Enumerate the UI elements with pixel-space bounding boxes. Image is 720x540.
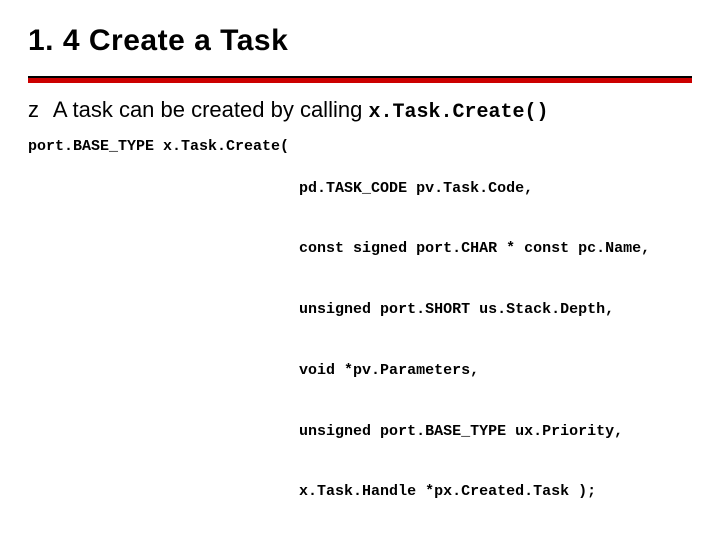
intro-line: z A task can be created by calling x.Tas… [28,97,692,124]
signature-param: unsigned port.SHORT us.Stack.Depth, [299,300,650,320]
signature-left: port.BASE_TYPE x.Task.Create( [28,138,299,155]
signature-params: pd.TASK_CODE pv.Task.Code, const signed … [299,138,650,540]
signature-param: void *pv.Parameters, [299,361,650,381]
intro-code: x.Task.Create() [368,101,548,124]
intro-text: A task can be created by calling [53,97,369,122]
slide: 1. 4 Create a Task z A task can be creat… [0,0,720,540]
function-signature: port.BASE_TYPE x.Task.Create( pd.TASK_CO… [28,138,692,540]
slide-title: 1. 4 Create a Task [28,24,692,58]
bullet-marker: z [28,97,48,123]
title-underline [28,76,692,83]
signature-param: x.Task.Handle *px.Created.Task ); [299,482,650,502]
signature-param: unsigned port.BASE_TYPE ux.Priority, [299,422,650,442]
signature-param: const signed port.CHAR * const pc.Name, [299,239,650,259]
signature-param: pd.TASK_CODE pv.Task.Code, [299,179,650,199]
